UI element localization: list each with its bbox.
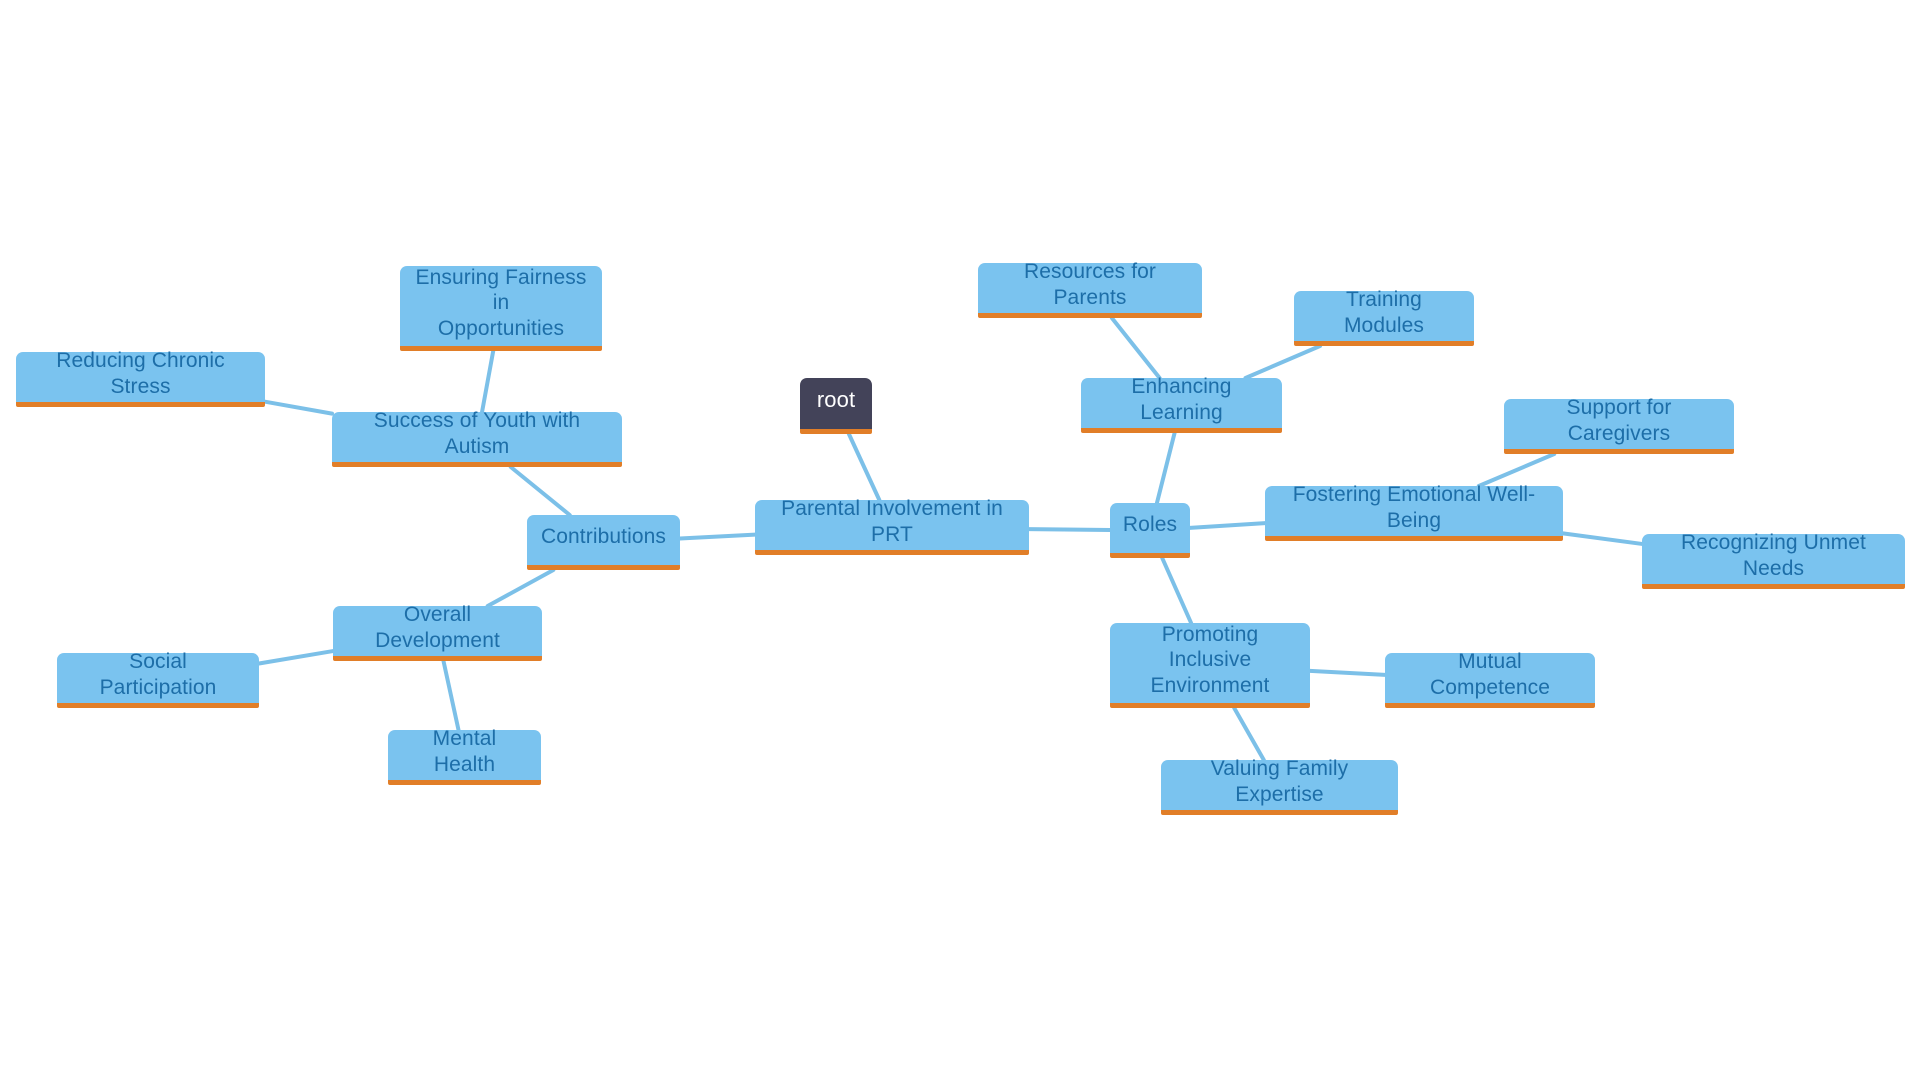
mindmap-edge-contrib-to-overall — [485, 568, 556, 608]
mindmap-edge-learning-to-training — [1243, 344, 1322, 380]
mindmap-edge-prt-to-contrib — [678, 532, 757, 541]
mindmap-edge-roles-to-learning — [1154, 431, 1177, 505]
mindmap-node-root[interactable]: root — [800, 378, 872, 434]
mindmap-edge-roles-to-emotional — [1188, 521, 1267, 530]
mindmap-node-roles[interactable]: Roles — [1110, 503, 1190, 558]
mindmap-node-training[interactable]: Training Modules — [1294, 288, 1474, 346]
mindmap-node-success[interactable]: Success of Youth with Autism — [332, 409, 622, 467]
mindmap-node-fairness[interactable]: Ensuring Fairness in Opportunities — [400, 266, 602, 351]
mindmap-edge-success-to-fairness — [480, 349, 496, 414]
mindmap-node-emotional[interactable]: Fostering Emotional Well-Being — [1265, 483, 1563, 541]
mindmap-node-mental[interactable]: Mental Health — [388, 727, 541, 785]
mindmap-node-caregivers[interactable]: Support for Caregivers — [1504, 396, 1734, 454]
mindmap-edge-overall-to-social — [257, 649, 335, 666]
mindmap-node-unmet[interactable]: Recognizing Unmet Needs — [1642, 531, 1905, 589]
mindmap-edge-roles-to-inclusive — [1160, 556, 1194, 625]
mindmap-node-inclusive[interactable]: Promoting Inclusive Environment — [1110, 623, 1310, 708]
mindmap-edge-inclusive-to-valuing — [1232, 706, 1266, 762]
mindmap-edge-emotional-to-unmet — [1561, 531, 1644, 546]
mindmap-edge-inclusive-to-mutual — [1308, 668, 1387, 677]
mindmap-node-resources[interactable]: Resources for Parents — [978, 260, 1202, 318]
mindmap-edge-emotional-to-caregivers — [1476, 452, 1557, 488]
mindmap-edge-overall-to-mental — [441, 659, 461, 732]
mindmap-edge-contrib-to-success — [508, 465, 572, 517]
mindmap-node-overall[interactable]: Overall Development — [333, 603, 542, 661]
mindmap-edge-learning-to-resources — [1109, 316, 1162, 380]
mindmap-edge-prt-to-roles — [1027, 527, 1112, 533]
mindmap-node-mutual[interactable]: Mutual Competence — [1385, 650, 1595, 708]
mindmap-node-learning[interactable]: Enhancing Learning — [1081, 375, 1282, 433]
mindmap-node-social[interactable]: Social Participation — [57, 650, 259, 708]
mindmap-node-contrib[interactable]: Contributions — [527, 515, 680, 570]
mindmap-node-valuing[interactable]: Valuing Family Expertise — [1161, 757, 1398, 815]
mindmap-node-stress[interactable]: Reducing Chronic Stress — [16, 349, 265, 407]
mindmap-edge-root-to-prt — [846, 432, 882, 502]
mindmap-canvas: root Parental Involvement in PRT Contribut… — [0, 0, 1920, 1080]
mindmap-node-prt[interactable]: Parental Involvement in PRT — [755, 497, 1029, 555]
mindmap-edge-success-to-stress — [263, 399, 334, 416]
